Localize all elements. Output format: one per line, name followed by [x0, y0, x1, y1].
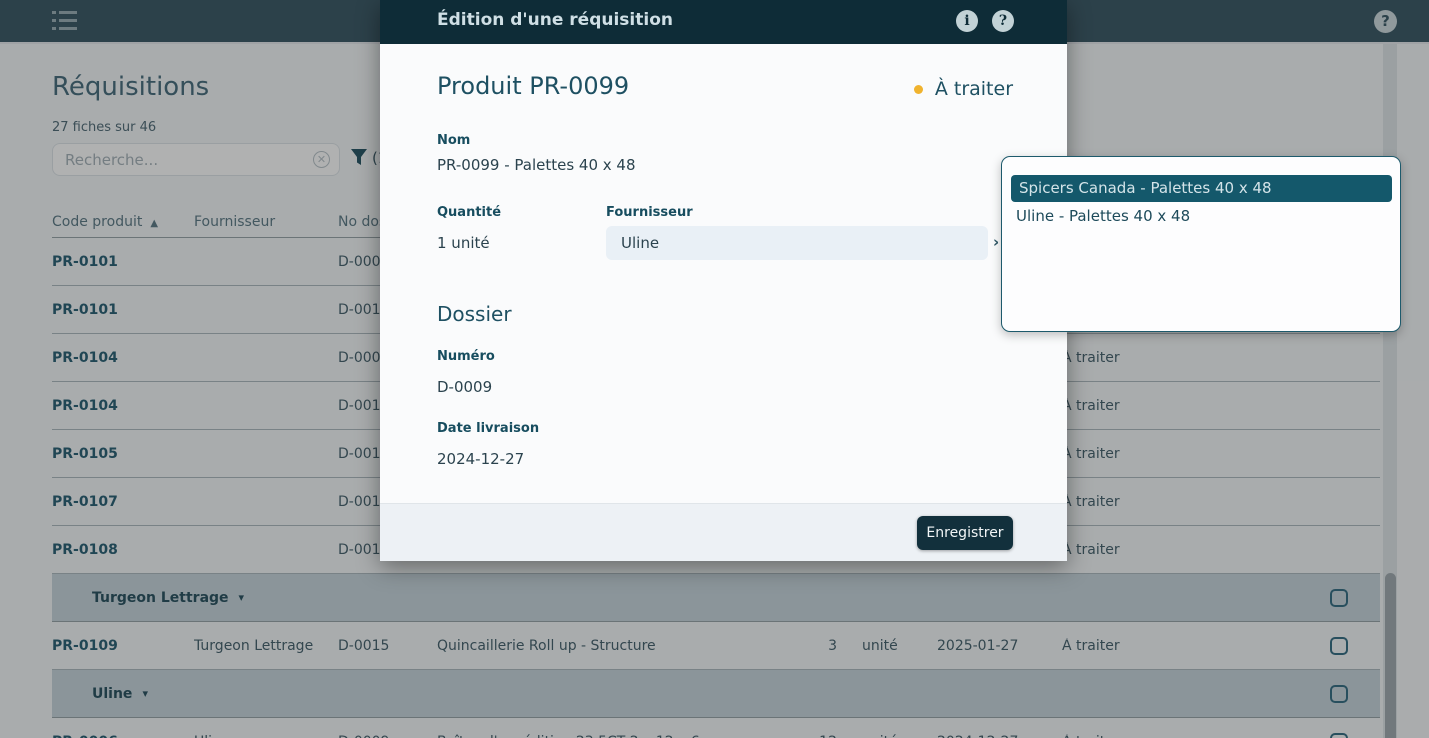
numero-value: D-0009	[437, 378, 492, 396]
date-livraison-value: 2024-12-27	[437, 450, 524, 468]
modal-footer: Enregistrer	[380, 503, 1067, 561]
numero-label: Numéro	[437, 349, 495, 364]
date-livraison-label: Date livraison	[437, 421, 539, 436]
fournisseur-label: Fournisseur	[606, 205, 693, 220]
product-title: Produit PR-0099	[437, 72, 629, 100]
quantite-label: Quantité	[437, 205, 501, 220]
select-chevron-icon: ›	[993, 233, 999, 251]
info-icon[interactable]: i	[956, 10, 978, 32]
nom-value: PR-0099 - Palettes 40 x 48	[437, 156, 636, 174]
fournisseur-dropdown: Spicers Canada - Palettes 40 x 48Uline -…	[1001, 156, 1401, 332]
dropdown-option[interactable]: Uline - Palettes 40 x 48	[1011, 203, 1392, 230]
modal-title: Édition d'une réquisition	[437, 10, 673, 30]
fournisseur-select[interactable]: Uline	[606, 226, 988, 260]
edit-requisition-modal: Édition d'une réquisition i ? Produit PR…	[380, 0, 1067, 561]
status-badge: À traiter	[914, 78, 1013, 100]
nom-label: Nom	[437, 133, 470, 148]
app-screen: ? Réquisitions 27 fiches sur 46 ✕ (1 Cod…	[0, 0, 1429, 738]
status-text: À traiter	[935, 78, 1013, 100]
status-dot-icon	[914, 85, 923, 94]
modal-help-icon[interactable]: ?	[992, 10, 1014, 32]
dropdown-option[interactable]: Spicers Canada - Palettes 40 x 48	[1011, 175, 1392, 202]
dossier-section-title: Dossier	[437, 302, 512, 326]
quantite-value: 1 unité	[437, 234, 490, 252]
modal-header: Édition d'une réquisition i ?	[380, 0, 1067, 44]
save-button[interactable]: Enregistrer	[917, 516, 1013, 550]
